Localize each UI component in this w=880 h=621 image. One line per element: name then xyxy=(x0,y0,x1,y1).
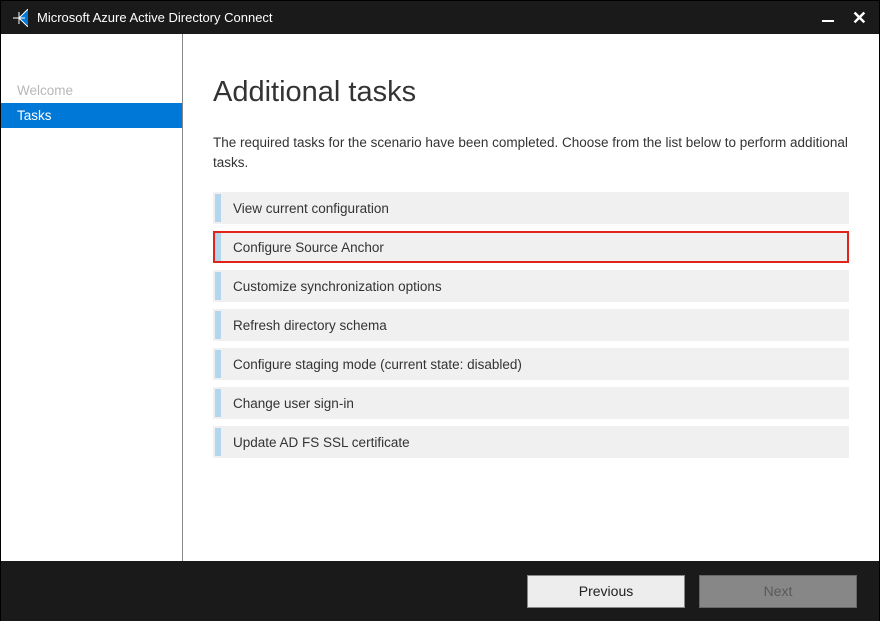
task-refresh-schema[interactable]: Refresh directory schema xyxy=(213,309,849,341)
footer: Previous Next xyxy=(1,561,879,621)
page-title: Additional tasks xyxy=(213,76,849,109)
task-staging-mode[interactable]: Configure staging mode (current state: d… xyxy=(213,348,849,380)
sidebar-item-label: Tasks xyxy=(17,108,52,123)
titlebar: Microsoft Azure Active Directory Connect… xyxy=(1,1,879,34)
task-label: Update AD FS SSL certificate xyxy=(233,435,410,450)
sidebar-item-welcome[interactable]: Welcome xyxy=(1,78,182,103)
task-change-signin[interactable]: Change user sign-in xyxy=(213,387,849,419)
task-view-config[interactable]: View current configuration xyxy=(213,192,849,224)
task-label: Refresh directory schema xyxy=(233,318,387,333)
sidebar-item-tasks[interactable]: Tasks xyxy=(1,103,182,128)
task-label: Customize synchronization options xyxy=(233,279,442,294)
close-icon[interactable]: ✕ xyxy=(848,9,871,27)
page-description: The required tasks for the scenario have… xyxy=(213,133,849,172)
task-accent xyxy=(215,194,221,222)
window-controls: ✕ xyxy=(822,9,871,27)
body-area: Welcome Tasks Additional tasks The requi… xyxy=(1,34,879,561)
task-accent xyxy=(215,428,221,456)
task-accent xyxy=(215,350,221,378)
task-accent xyxy=(215,389,221,417)
main-content: Additional tasks The required tasks for … xyxy=(183,34,879,561)
task-accent xyxy=(215,272,221,300)
task-label: Configure Source Anchor xyxy=(233,240,384,255)
task-list: View current configuration Configure Sou… xyxy=(213,192,849,458)
previous-button[interactable]: Previous xyxy=(527,575,685,608)
sidebar: Welcome Tasks xyxy=(1,34,183,561)
button-label: Next xyxy=(764,583,793,599)
next-button: Next xyxy=(699,575,857,608)
task-accent xyxy=(215,311,221,339)
button-label: Previous xyxy=(579,583,633,599)
sidebar-item-label: Welcome xyxy=(17,83,73,98)
task-accent xyxy=(215,233,221,261)
task-update-ssl[interactable]: Update AD FS SSL certificate xyxy=(213,426,849,458)
task-customize-sync[interactable]: Customize synchronization options xyxy=(213,270,849,302)
minimize-icon[interactable] xyxy=(822,20,834,22)
app-icon xyxy=(9,8,29,28)
task-label: Change user sign-in xyxy=(233,396,354,411)
task-label: Configure staging mode (current state: d… xyxy=(233,357,522,372)
task-configure-source-anchor[interactable]: Configure Source Anchor xyxy=(213,231,849,263)
task-label: View current configuration xyxy=(233,201,389,216)
window-title: Microsoft Azure Active Directory Connect xyxy=(37,10,822,25)
